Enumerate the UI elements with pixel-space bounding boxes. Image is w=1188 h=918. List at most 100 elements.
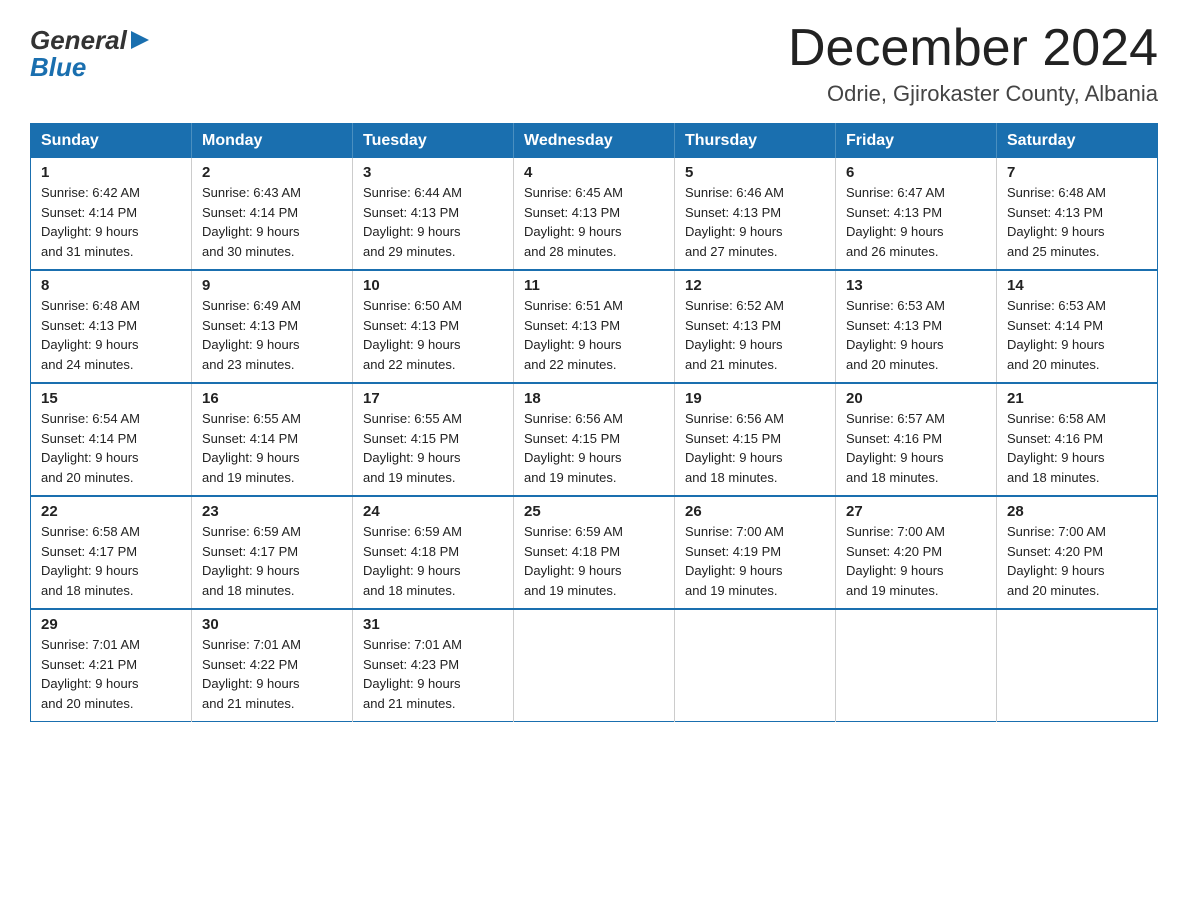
logo-blue-text: Blue bbox=[30, 52, 151, 83]
calendar-cell: 20 Sunrise: 6:57 AM Sunset: 4:16 PM Dayl… bbox=[836, 383, 997, 496]
day-header-wednesday: Wednesday bbox=[514, 124, 675, 159]
day-number: 25 bbox=[524, 503, 664, 520]
day-number: 21 bbox=[1007, 390, 1147, 407]
day-number: 2 bbox=[202, 164, 342, 181]
calendar-cell: 19 Sunrise: 6:56 AM Sunset: 4:15 PM Dayl… bbox=[675, 383, 836, 496]
day-info: Sunrise: 6:57 AM Sunset: 4:16 PM Dayligh… bbox=[846, 409, 986, 487]
day-info: Sunrise: 6:53 AM Sunset: 4:14 PM Dayligh… bbox=[1007, 296, 1147, 374]
calendar-week-row: 29 Sunrise: 7:01 AM Sunset: 4:21 PM Dayl… bbox=[31, 609, 1158, 722]
logo: General Blue bbox=[30, 20, 151, 83]
calendar-cell: 26 Sunrise: 7:00 AM Sunset: 4:19 PM Dayl… bbox=[675, 496, 836, 609]
day-header-sunday: Sunday bbox=[31, 124, 192, 159]
location-title: Odrie, Gjirokaster County, Albania bbox=[788, 81, 1158, 107]
calendar-cell: 29 Sunrise: 7:01 AM Sunset: 4:21 PM Dayl… bbox=[31, 609, 192, 722]
day-info: Sunrise: 6:58 AM Sunset: 4:16 PM Dayligh… bbox=[1007, 409, 1147, 487]
day-header-monday: Monday bbox=[192, 124, 353, 159]
calendar-cell: 9 Sunrise: 6:49 AM Sunset: 4:13 PM Dayli… bbox=[192, 270, 353, 383]
calendar-cell: 2 Sunrise: 6:43 AM Sunset: 4:14 PM Dayli… bbox=[192, 158, 353, 270]
calendar-week-row: 8 Sunrise: 6:48 AM Sunset: 4:13 PM Dayli… bbox=[31, 270, 1158, 383]
calendar-cell: 17 Sunrise: 6:55 AM Sunset: 4:15 PM Dayl… bbox=[353, 383, 514, 496]
day-info: Sunrise: 6:46 AM Sunset: 4:13 PM Dayligh… bbox=[685, 183, 825, 261]
day-info: Sunrise: 7:01 AM Sunset: 4:23 PM Dayligh… bbox=[363, 635, 503, 713]
page-header: General Blue December 2024 Odrie, Gjirok… bbox=[30, 20, 1158, 107]
day-number: 5 bbox=[685, 164, 825, 181]
calendar-week-row: 15 Sunrise: 6:54 AM Sunset: 4:14 PM Dayl… bbox=[31, 383, 1158, 496]
calendar-cell: 24 Sunrise: 6:59 AM Sunset: 4:18 PM Dayl… bbox=[353, 496, 514, 609]
day-number: 30 bbox=[202, 616, 342, 633]
calendar-cell: 27 Sunrise: 7:00 AM Sunset: 4:20 PM Dayl… bbox=[836, 496, 997, 609]
day-info: Sunrise: 7:00 AM Sunset: 4:19 PM Dayligh… bbox=[685, 522, 825, 600]
day-number: 12 bbox=[685, 277, 825, 294]
calendar-cell: 16 Sunrise: 6:55 AM Sunset: 4:14 PM Dayl… bbox=[192, 383, 353, 496]
day-info: Sunrise: 6:50 AM Sunset: 4:13 PM Dayligh… bbox=[363, 296, 503, 374]
day-number: 20 bbox=[846, 390, 986, 407]
day-info: Sunrise: 6:56 AM Sunset: 4:15 PM Dayligh… bbox=[524, 409, 664, 487]
calendar-week-row: 22 Sunrise: 6:58 AM Sunset: 4:17 PM Dayl… bbox=[31, 496, 1158, 609]
day-number: 24 bbox=[363, 503, 503, 520]
day-header-friday: Friday bbox=[836, 124, 997, 159]
day-info: Sunrise: 7:00 AM Sunset: 4:20 PM Dayligh… bbox=[846, 522, 986, 600]
day-number: 15 bbox=[41, 390, 181, 407]
day-info: Sunrise: 7:01 AM Sunset: 4:22 PM Dayligh… bbox=[202, 635, 342, 713]
day-info: Sunrise: 6:43 AM Sunset: 4:14 PM Dayligh… bbox=[202, 183, 342, 261]
calendar-cell: 21 Sunrise: 6:58 AM Sunset: 4:16 PM Dayl… bbox=[997, 383, 1158, 496]
day-number: 31 bbox=[363, 616, 503, 633]
day-info: Sunrise: 6:51 AM Sunset: 4:13 PM Dayligh… bbox=[524, 296, 664, 374]
day-header-thursday: Thursday bbox=[675, 124, 836, 159]
day-number: 1 bbox=[41, 164, 181, 181]
day-number: 16 bbox=[202, 390, 342, 407]
calendar-cell: 13 Sunrise: 6:53 AM Sunset: 4:13 PM Dayl… bbox=[836, 270, 997, 383]
day-info: Sunrise: 7:01 AM Sunset: 4:21 PM Dayligh… bbox=[41, 635, 181, 713]
day-info: Sunrise: 6:59 AM Sunset: 4:18 PM Dayligh… bbox=[363, 522, 503, 600]
calendar-header-row: SundayMondayTuesdayWednesdayThursdayFrid… bbox=[31, 124, 1158, 159]
day-number: 17 bbox=[363, 390, 503, 407]
calendar-cell: 31 Sunrise: 7:01 AM Sunset: 4:23 PM Dayl… bbox=[353, 609, 514, 722]
day-info: Sunrise: 6:48 AM Sunset: 4:13 PM Dayligh… bbox=[41, 296, 181, 374]
day-info: Sunrise: 6:56 AM Sunset: 4:15 PM Dayligh… bbox=[685, 409, 825, 487]
day-number: 13 bbox=[846, 277, 986, 294]
calendar-cell: 12 Sunrise: 6:52 AM Sunset: 4:13 PM Dayl… bbox=[675, 270, 836, 383]
day-number: 14 bbox=[1007, 277, 1147, 294]
calendar-cell: 8 Sunrise: 6:48 AM Sunset: 4:13 PM Dayli… bbox=[31, 270, 192, 383]
day-number: 7 bbox=[1007, 164, 1147, 181]
calendar-cell: 5 Sunrise: 6:46 AM Sunset: 4:13 PM Dayli… bbox=[675, 158, 836, 270]
day-info: Sunrise: 6:59 AM Sunset: 4:18 PM Dayligh… bbox=[524, 522, 664, 600]
day-header-tuesday: Tuesday bbox=[353, 124, 514, 159]
day-info: Sunrise: 6:54 AM Sunset: 4:14 PM Dayligh… bbox=[41, 409, 181, 487]
calendar-cell: 10 Sunrise: 6:50 AM Sunset: 4:13 PM Dayl… bbox=[353, 270, 514, 383]
day-info: Sunrise: 6:52 AM Sunset: 4:13 PM Dayligh… bbox=[685, 296, 825, 374]
calendar-cell: 1 Sunrise: 6:42 AM Sunset: 4:14 PM Dayli… bbox=[31, 158, 192, 270]
calendar-cell bbox=[997, 609, 1158, 722]
title-section: December 2024 Odrie, Gjirokaster County,… bbox=[788, 20, 1158, 107]
calendar-cell: 28 Sunrise: 7:00 AM Sunset: 4:20 PM Dayl… bbox=[997, 496, 1158, 609]
day-info: Sunrise: 6:45 AM Sunset: 4:13 PM Dayligh… bbox=[524, 183, 664, 261]
calendar-cell bbox=[836, 609, 997, 722]
day-number: 22 bbox=[41, 503, 181, 520]
day-number: 23 bbox=[202, 503, 342, 520]
day-number: 26 bbox=[685, 503, 825, 520]
day-number: 11 bbox=[524, 277, 664, 294]
calendar-cell: 18 Sunrise: 6:56 AM Sunset: 4:15 PM Dayl… bbox=[514, 383, 675, 496]
day-number: 8 bbox=[41, 277, 181, 294]
calendar-cell bbox=[514, 609, 675, 722]
day-number: 6 bbox=[846, 164, 986, 181]
day-info: Sunrise: 6:49 AM Sunset: 4:13 PM Dayligh… bbox=[202, 296, 342, 374]
day-info: Sunrise: 6:53 AM Sunset: 4:13 PM Dayligh… bbox=[846, 296, 986, 374]
day-info: Sunrise: 6:42 AM Sunset: 4:14 PM Dayligh… bbox=[41, 183, 181, 261]
day-number: 27 bbox=[846, 503, 986, 520]
day-number: 29 bbox=[41, 616, 181, 633]
day-info: Sunrise: 6:48 AM Sunset: 4:13 PM Dayligh… bbox=[1007, 183, 1147, 261]
calendar-cell: 14 Sunrise: 6:53 AM Sunset: 4:14 PM Dayl… bbox=[997, 270, 1158, 383]
calendar-cell: 15 Sunrise: 6:54 AM Sunset: 4:14 PM Dayl… bbox=[31, 383, 192, 496]
calendar-cell: 23 Sunrise: 6:59 AM Sunset: 4:17 PM Dayl… bbox=[192, 496, 353, 609]
day-number: 4 bbox=[524, 164, 664, 181]
month-title: December 2024 bbox=[788, 20, 1158, 77]
calendar-cell: 3 Sunrise: 6:44 AM Sunset: 4:13 PM Dayli… bbox=[353, 158, 514, 270]
day-number: 18 bbox=[524, 390, 664, 407]
calendar-cell: 25 Sunrise: 6:59 AM Sunset: 4:18 PM Dayl… bbox=[514, 496, 675, 609]
logo-arrow-icon bbox=[129, 29, 151, 51]
day-info: Sunrise: 6:55 AM Sunset: 4:15 PM Dayligh… bbox=[363, 409, 503, 487]
calendar-cell: 6 Sunrise: 6:47 AM Sunset: 4:13 PM Dayli… bbox=[836, 158, 997, 270]
calendar-cell bbox=[675, 609, 836, 722]
day-info: Sunrise: 7:00 AM Sunset: 4:20 PM Dayligh… bbox=[1007, 522, 1147, 600]
